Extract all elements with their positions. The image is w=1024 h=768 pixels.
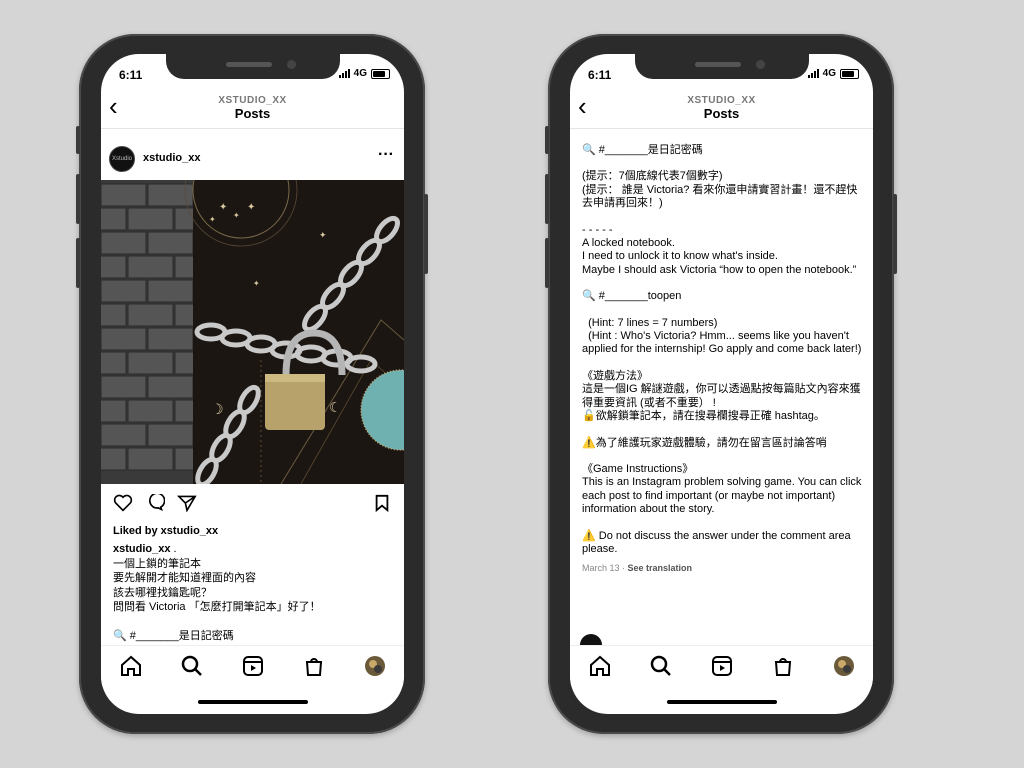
page-header: ‹ XSTUDIO_XX Posts [101, 92, 404, 126]
caption-line [582, 304, 864, 317]
caption-line [582, 277, 864, 290]
post-caption: xstudio_xx . 一個上鎖的筆記本 要先解開才能知道裡面的內容 該去哪裡… [113, 542, 393, 643]
status-time: 6:11 [119, 68, 143, 82]
caption-line [582, 211, 864, 224]
back-icon[interactable]: ‹ [109, 93, 118, 119]
bottom-nav [570, 645, 873, 686]
bookmark-icon[interactable] [374, 494, 390, 512]
search-icon[interactable] [180, 654, 204, 678]
caption-line: 🔍 #_______是日記密碼 [582, 144, 703, 156]
liked-by[interactable]: Liked by xstudio_xx [113, 524, 393, 539]
header-username: XSTUDIO_XX [218, 95, 287, 106]
caption-line [113, 615, 393, 629]
home-icon[interactable] [119, 654, 143, 678]
back-icon[interactable]: ‹ [578, 93, 587, 119]
status-indicators: 4G [338, 68, 390, 79]
caption-line: I need to unlock it to know what's insid… [582, 250, 778, 263]
home-icon[interactable] [588, 654, 612, 678]
signal-icon [807, 69, 819, 78]
home-indicator [667, 700, 777, 704]
svg-text:✦: ✦ [319, 230, 327, 240]
notch [166, 54, 340, 79]
caption-line: - - - - - [582, 223, 613, 236]
caption-line: 問問看 Victoria 「怎麼打開筆記本」好了！ [113, 601, 321, 613]
svg-text:☽: ☽ [211, 401, 224, 417]
reels-icon[interactable] [710, 654, 734, 678]
status-indicators: 4G [807, 68, 859, 79]
profile-avatar-icon[interactable] [832, 654, 856, 678]
caption-line [582, 157, 864, 170]
caption-line [582, 424, 864, 437]
caption-line: (Hint : Who's Victoria? Hmm... seems lik… [582, 330, 862, 356]
locked-chain-illustration: ✦✦ ✦✦ ✦✦ ☽ ☾ [101, 180, 404, 484]
caption-line [582, 357, 864, 370]
caption-line: 一個上鎖的筆記本 [113, 557, 201, 570]
shop-icon[interactable] [771, 654, 795, 678]
caption-line: (提示： 誰是 Victoria? 看來你還申請實習計畫！還不趕快去申請再回來！… [582, 183, 858, 210]
svg-text:✦: ✦ [247, 202, 255, 213]
status-time: 6:11 [588, 68, 612, 82]
svg-text:✦: ✦ [253, 279, 260, 288]
caption-line: 要先解開才能知道裡面的內容 [113, 572, 256, 584]
caption-line: 《遊戲方法》 [582, 369, 648, 382]
svg-text:✦: ✦ [233, 211, 240, 220]
post-image[interactable]: ✦ ✦ ✦ ✦ ✦ ✦ ☽ ☾ [101, 180, 404, 484]
network-label: 4G [353, 68, 367, 79]
page-header: ‹ XSTUDIO_XX Posts [570, 92, 873, 126]
post-caption-full: 🔍 #_______是日記密碼 (提示：7個底線代表7個數字) (提示： 誰是 … [582, 144, 864, 576]
caption-line: . [173, 543, 177, 555]
svg-text:✦: ✦ [209, 215, 216, 224]
search-icon[interactable] [649, 654, 673, 678]
page-title: Posts [234, 106, 271, 121]
comment-icon[interactable] [145, 494, 165, 512]
network-label: 4G [822, 68, 836, 79]
screen-right: 6:11 4G ‹ XSTUDIO_XX Posts 🔍 #_______是日記… [570, 54, 873, 714]
bottom-nav [101, 645, 404, 686]
shop-icon[interactable] [302, 654, 326, 678]
home-indicator [198, 700, 308, 704]
avatar[interactable]: Xstudio [109, 146, 135, 172]
page-title: Posts [703, 106, 740, 121]
caption-line: 《Game Instructions》 [582, 462, 694, 475]
svg-text:✦: ✦ [219, 202, 227, 213]
caption-line: ⚠️為了維護玩家遊戲體驗，請勿在留言區討論答哨 [582, 436, 827, 449]
battery-icon [840, 68, 859, 79]
profile-avatar-icon[interactable] [363, 654, 387, 678]
caption-line: (提示：7個底線代表7個數字) [582, 170, 723, 183]
caption-line: A locked notebook. [582, 237, 675, 250]
caption-line [582, 450, 864, 463]
post-date: March 13 [582, 563, 620, 574]
phone-left: 6:11 4G ‹ XSTUDIO_XX Posts Xstudio xstud… [76, 34, 428, 734]
header-username: XSTUDIO_XX [687, 95, 756, 106]
more-options-icon[interactable]: ··· [378, 146, 394, 164]
caption-line: 🔍 #_______是日記密碼 [113, 629, 234, 642]
phone-right: 6:11 4G ‹ XSTUDIO_XX Posts 🔍 #_______是日記… [545, 34, 897, 734]
post-header: Xstudio xstudio_xx ··· [101, 144, 404, 180]
caption-line: Maybe I should ask Victoria “how to open… [582, 263, 857, 276]
notch [635, 54, 809, 79]
post-actions [101, 492, 404, 520]
see-translation-link[interactable]: See translation [628, 563, 693, 573]
caption-line: 🔓欲解鎖筆記本，請在搜尋欄搜尋正確 hashtag。 [582, 410, 825, 423]
caption-line: 該去哪裡找鑰匙呢？ [113, 586, 212, 599]
post-username[interactable]: xstudio_xx [143, 152, 200, 164]
caption-line: 這是一個IG 解謎遊戲，你可以透過點按每篇貼文內容來獲得重要資訊 (或者不重要）… [582, 383, 861, 409]
svg-text:☾: ☾ [329, 399, 342, 415]
reels-icon[interactable] [241, 654, 265, 678]
caption-line: 🔍 #_______toopen [582, 290, 682, 303]
battery-icon [371, 68, 390, 79]
screen-left: 6:11 4G ‹ XSTUDIO_XX Posts Xstudio xstud… [101, 54, 404, 714]
caption-line [582, 517, 864, 530]
caption-line: This is an Instagram problem solving gam… [582, 476, 865, 516]
post-meta: March 13 · See translation [582, 563, 693, 574]
heart-icon[interactable] [113, 494, 133, 512]
caption-line: (Hint: 7 lines = 7 numbers) [582, 316, 718, 329]
caption-username[interactable]: xstudio_xx [113, 543, 170, 555]
caption-line: ⚠️ Do not discuss the answer under the c… [582, 529, 854, 555]
share-icon[interactable] [177, 494, 197, 512]
signal-icon [338, 69, 350, 78]
